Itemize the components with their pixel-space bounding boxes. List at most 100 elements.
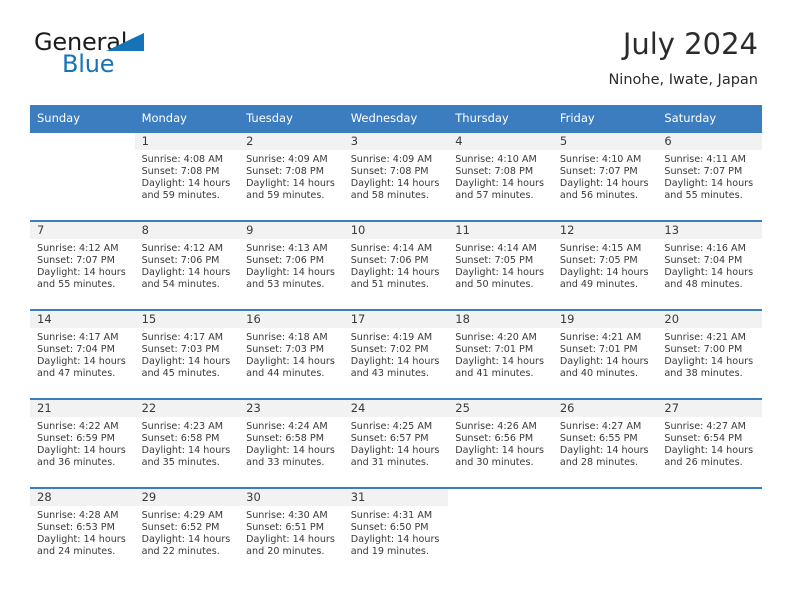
day-detail-sunset: Sunset: 7:01 PM bbox=[455, 344, 534, 356]
day-detail-daylight2: and 41 minutes. bbox=[455, 368, 534, 380]
day-detail-sunrise: Sunrise: 4:12 AM bbox=[141, 243, 224, 254]
day-detail-daylight1: Daylight: 14 hours bbox=[559, 356, 649, 368]
calendar-day-cell[interactable]: 18 Sunrise: 4:20 AM Sunset: 7:01 PM Dayligh… bbox=[448, 309, 553, 399]
weekday-header-monday: Monday bbox=[134, 105, 240, 132]
day-detail-daylight1: Daylight: 14 hours bbox=[455, 445, 544, 457]
day-detail-sunrise: Sunrise: 4:14 AM bbox=[455, 243, 537, 254]
calendar-day-cell bbox=[552, 487, 658, 576]
calendar-day-cell[interactable]: 20 Sunrise: 4:21 AM Sunset: 7:00 PM Dayligh… bbox=[657, 309, 762, 399]
calendar-day-cell[interactable]: 10 Sunrise: 4:14 AM Sunset: 7:06 PM Dayligh… bbox=[343, 220, 449, 310]
day-detail-sunrise: Sunrise: 4:17 AM bbox=[141, 332, 224, 343]
weekday-header-row: Sunday Monday Tuesday Wednesday Thursday… bbox=[30, 105, 762, 132]
day-cell-content bbox=[448, 489, 553, 576]
calendar-day-cell[interactable]: 24 Sunrise: 4:25 AM Sunset: 6:57 PM Dayligh… bbox=[343, 398, 449, 488]
day-cell-content: 5 Sunrise: 4:10 AM Sunset: 7:07 PM Daylight… bbox=[552, 133, 658, 220]
day-details bbox=[448, 506, 553, 510]
calendar-day-cell[interactable]: 5 Sunrise: 4:10 AM Sunset: 7:07 PM Daylight… bbox=[552, 131, 658, 221]
calendar-day-cell[interactable]: 23 Sunrise: 4:24 AM Sunset: 6:58 PM Dayligh… bbox=[239, 398, 344, 488]
day-cell-content: 4 Sunrise: 4:10 AM Sunset: 7:08 PM Daylight… bbox=[448, 133, 553, 220]
calendar-day-cell[interactable]: 19 Sunrise: 4:21 AM Sunset: 7:01 PM Dayligh… bbox=[552, 309, 658, 399]
day-details: Sunrise: 4:25 AM Sunset: 6:57 PM Daylight:… bbox=[344, 417, 449, 469]
calendar-day-cell[interactable]: 9 Sunrise: 4:13 AM Sunset: 7:06 PM Daylight… bbox=[239, 220, 344, 310]
day-details: Sunrise: 4:27 AM Sunset: 6:54 PM Daylight:… bbox=[657, 417, 762, 469]
day-cell-content: 1 Sunrise: 4:08 AM Sunset: 7:08 PM Daylight… bbox=[134, 133, 240, 220]
calendar-day-cell[interactable]: 2 Sunrise: 4:09 AM Sunset: 7:08 PM Daylight… bbox=[239, 131, 344, 221]
day-number bbox=[448, 489, 553, 506]
day-cell-content: 20 Sunrise: 4:21 AM Sunset: 7:00 PM Dayligh… bbox=[657, 311, 762, 398]
calendar-day-cell[interactable]: 15 Sunrise: 4:17 AM Sunset: 7:03 PM Dayligh… bbox=[134, 309, 240, 399]
day-detail-daylight2: and 57 minutes. bbox=[455, 190, 534, 202]
day-detail-daylight1: Daylight: 14 hours bbox=[37, 267, 126, 279]
day-details: Sunrise: 4:08 AM Sunset: 7:08 PM Daylight:… bbox=[135, 150, 240, 202]
calendar-week-row: 14 Sunrise: 4:17 AM Sunset: 7:04 PM Dayligh… bbox=[30, 309, 762, 399]
day-details: Sunrise: 4:21 AM Sunset: 7:00 PM Daylight:… bbox=[657, 328, 762, 380]
day-detail-sunrise: Sunrise: 4:22 AM bbox=[37, 421, 119, 432]
day-number: 31 bbox=[343, 489, 449, 506]
calendar-day-cell[interactable]: 8 Sunrise: 4:12 AM Sunset: 7:06 PM Daylight… bbox=[134, 220, 240, 310]
calendar-day-cell[interactable]: 1 Sunrise: 4:08 AM Sunset: 7:08 PM Daylight… bbox=[134, 131, 240, 221]
calendar-day-cell bbox=[30, 131, 135, 221]
day-details: Sunrise: 4:18 AM Sunset: 7:03 PM Daylight:… bbox=[239, 328, 344, 380]
day-number: 6 bbox=[657, 133, 762, 150]
day-detail-sunset: Sunset: 7:06 PM bbox=[350, 255, 429, 267]
day-details: Sunrise: 4:17 AM Sunset: 7:04 PM Daylight:… bbox=[30, 328, 135, 380]
day-number: 28 bbox=[30, 489, 135, 506]
day-cell-content: 31 Sunrise: 4:31 AM Sunset: 6:50 PM Dayligh… bbox=[343, 489, 449, 576]
day-number: 2 bbox=[239, 133, 344, 150]
calendar-day-cell[interactable]: 14 Sunrise: 4:17 AM Sunset: 7:04 PM Dayligh… bbox=[30, 309, 135, 399]
day-details: Sunrise: 4:26 AM Sunset: 6:56 PM Daylight:… bbox=[448, 417, 553, 469]
day-number: 12 bbox=[552, 222, 658, 239]
calendar-day-cell[interactable]: 29 Sunrise: 4:29 AM Sunset: 6:52 PM Dayligh… bbox=[134, 487, 240, 576]
calendar-day-cell[interactable]: 21 Sunrise: 4:22 AM Sunset: 6:59 PM Dayligh… bbox=[30, 398, 135, 488]
day-cell-content: 22 Sunrise: 4:23 AM Sunset: 6:58 PM Dayligh… bbox=[134, 400, 240, 487]
day-detail-daylight2: and 55 minutes. bbox=[37, 279, 116, 291]
day-number: 17 bbox=[343, 311, 449, 328]
day-detail-sunrise: Sunrise: 4:08 AM bbox=[141, 154, 224, 165]
day-number: 23 bbox=[239, 400, 344, 417]
calendar-day-cell[interactable]: 4 Sunrise: 4:10 AM Sunset: 7:08 PM Daylight… bbox=[448, 131, 553, 221]
day-cell-content bbox=[30, 133, 135, 220]
calendar-day-cell[interactable]: 22 Sunrise: 4:23 AM Sunset: 6:58 PM Dayligh… bbox=[134, 398, 240, 488]
calendar-day-cell[interactable]: 25 Sunrise: 4:26 AM Sunset: 6:56 PM Dayligh… bbox=[448, 398, 553, 488]
calendar-week-row: 28 Sunrise: 4:28 AM Sunset: 6:53 PM Dayligh… bbox=[30, 487, 762, 576]
triangle-icon bbox=[106, 33, 144, 51]
day-detail-daylight2: and 22 minutes. bbox=[141, 546, 220, 558]
day-detail-sunset: Sunset: 7:08 PM bbox=[350, 166, 429, 178]
day-details: Sunrise: 4:19 AM Sunset: 7:02 PM Daylight:… bbox=[344, 328, 449, 380]
calendar-day-cell[interactable]: 11 Sunrise: 4:14 AM Sunset: 7:05 PM Dayligh… bbox=[448, 220, 553, 310]
calendar-day-cell[interactable]: 3 Sunrise: 4:09 AM Sunset: 7:08 PM Daylight… bbox=[343, 131, 449, 221]
calendar-day-cell[interactable]: 31 Sunrise: 4:31 AM Sunset: 6:50 PM Dayligh… bbox=[343, 487, 449, 576]
day-detail-daylight1: Daylight: 14 hours bbox=[350, 534, 440, 546]
day-detail-sunrise: Sunrise: 4:29 AM bbox=[141, 510, 224, 521]
day-detail-daylight2: and 56 minutes. bbox=[559, 190, 639, 202]
day-detail-sunrise: Sunrise: 4:23 AM bbox=[141, 421, 224, 432]
calendar-day-cell[interactable]: 17 Sunrise: 4:19 AM Sunset: 7:02 PM Dayligh… bbox=[343, 309, 449, 399]
calendar-day-cell[interactable]: 26 Sunrise: 4:27 AM Sunset: 6:55 PM Dayligh… bbox=[552, 398, 658, 488]
day-details: Sunrise: 4:29 AM Sunset: 6:52 PM Daylight:… bbox=[135, 506, 240, 558]
calendar-day-cell[interactable]: 6 Sunrise: 4:11 AM Sunset: 7:07 PM Daylight… bbox=[657, 131, 762, 221]
weekday-header-tuesday: Tuesday bbox=[239, 105, 344, 132]
calendar-day-cell[interactable]: 7 Sunrise: 4:12 AM Sunset: 7:07 PM Daylight… bbox=[30, 220, 135, 310]
day-details: Sunrise: 4:28 AM Sunset: 6:53 PM Daylight:… bbox=[30, 506, 135, 558]
day-number: 15 bbox=[134, 311, 240, 328]
day-detail-daylight1: Daylight: 14 hours bbox=[664, 267, 754, 279]
day-cell-content: 12 Sunrise: 4:15 AM Sunset: 7:05 PM Dayligh… bbox=[552, 222, 658, 309]
day-detail-daylight1: Daylight: 14 hours bbox=[455, 178, 544, 190]
day-number: 8 bbox=[134, 222, 240, 239]
calendar-body: 1 Sunrise: 4:08 AM Sunset: 7:08 PM Daylight… bbox=[30, 131, 762, 576]
calendar-day-cell[interactable]: 16 Sunrise: 4:18 AM Sunset: 7:03 PM Dayligh… bbox=[239, 309, 344, 399]
day-detail-daylight2: and 50 minutes. bbox=[455, 279, 534, 291]
day-cell-content: 26 Sunrise: 4:27 AM Sunset: 6:55 PM Dayligh… bbox=[552, 400, 658, 487]
calendar-day-cell[interactable]: 28 Sunrise: 4:28 AM Sunset: 6:53 PM Dayligh… bbox=[30, 487, 135, 576]
day-detail-sunset: Sunset: 7:03 PM bbox=[246, 344, 324, 356]
calendar-week-row: 1 Sunrise: 4:08 AM Sunset: 7:08 PM Daylight… bbox=[30, 131, 762, 221]
calendar-day-cell[interactable]: 30 Sunrise: 4:30 AM Sunset: 6:51 PM Dayligh… bbox=[239, 487, 344, 576]
calendar-day-cell[interactable]: 12 Sunrise: 4:15 AM Sunset: 7:05 PM Dayligh… bbox=[552, 220, 658, 310]
day-cell-content: 17 Sunrise: 4:19 AM Sunset: 7:02 PM Dayligh… bbox=[343, 311, 449, 398]
day-detail-sunset: Sunset: 7:06 PM bbox=[141, 255, 220, 267]
calendar-day-cell[interactable]: 27 Sunrise: 4:27 AM Sunset: 6:54 PM Dayligh… bbox=[657, 398, 762, 488]
day-detail-daylight2: and 36 minutes. bbox=[37, 457, 116, 469]
calendar-day-cell[interactable]: 13 Sunrise: 4:16 AM Sunset: 7:04 PM Dayligh… bbox=[657, 220, 762, 310]
day-detail-daylight2: and 45 minutes. bbox=[141, 368, 220, 380]
general-blue-logo[interactable]: General Blue bbox=[34, 28, 154, 84]
